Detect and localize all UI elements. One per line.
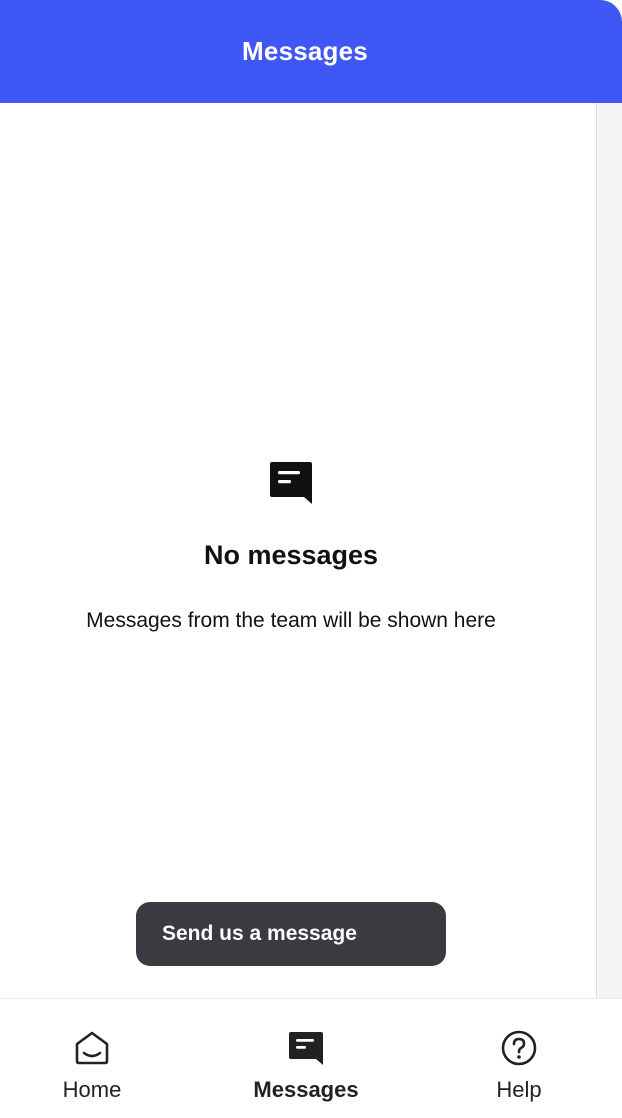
messages-content: No messages Messages from the team will … (0, 103, 596, 1101)
message-bubble-icon (270, 462, 312, 504)
nav-item-help[interactable]: Help (444, 999, 594, 1118)
header: Messages (0, 0, 622, 103)
messenger-window: Messages No messages Messages from the t… (0, 0, 622, 1118)
nav-label-messages: Messages (253, 1077, 359, 1102)
nav-label-help: Help (496, 1077, 542, 1102)
empty-state-description: Messages from the team will be shown her… (86, 609, 496, 632)
empty-state-title: No messages (203, 540, 379, 570)
scrollbar-track[interactable] (596, 103, 622, 998)
send-message-button[interactable]: Send us a message (136, 902, 554, 966)
send-message-label: Send us a message (162, 922, 357, 945)
empty-state: No messages Messages from the team will … (0, 460, 582, 633)
nav-label-home: Home (62, 1077, 122, 1102)
bottom-nav: Home Messages Help (0, 998, 622, 1118)
messages-icon (289, 1032, 323, 1065)
page-title: Messages (242, 36, 368, 66)
nav-item-home[interactable]: Home (17, 999, 167, 1118)
home-icon (75, 1031, 109, 1065)
send-arrow-icon (535, 924, 554, 944)
help-icon (501, 1030, 537, 1066)
nav-item-messages[interactable]: Messages (231, 999, 381, 1118)
